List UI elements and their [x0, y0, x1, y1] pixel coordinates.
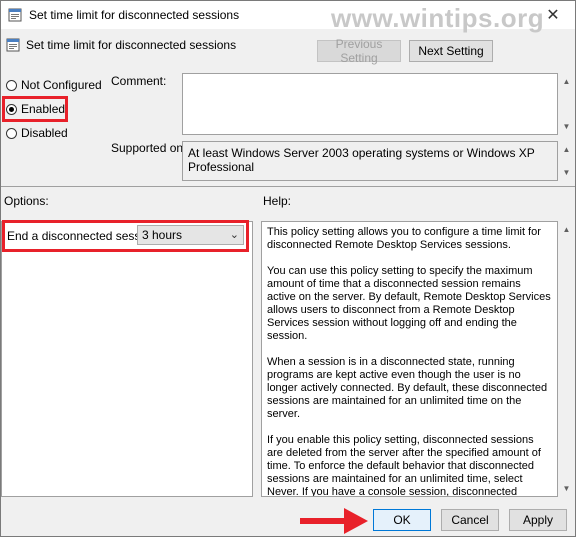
- radio-not-configured[interactable]: Not Configured: [6, 78, 102, 92]
- supported-scrollbar[interactable]: ▲ ▼: [558, 141, 575, 181]
- radio-button[interactable]: [6, 79, 17, 91]
- options-panel: [1, 221, 253, 497]
- ok-button[interactable]: OK: [373, 509, 431, 531]
- title-bar: Set time limit for disconnected sessions…: [1, 1, 575, 33]
- close-icon: ✕: [546, 7, 560, 24]
- close-button[interactable]: ✕: [531, 1, 575, 29]
- window-title: Set time limit for disconnected sessions: [29, 8, 240, 22]
- comment-scrollbar[interactable]: ▲ ▼: [558, 73, 575, 135]
- watermark: www.wintips.org: [331, 3, 545, 33]
- help-label: Help:: [263, 194, 292, 208]
- radio-label: Disabled: [21, 126, 68, 140]
- comment-textbox[interactable]: [182, 73, 558, 135]
- scroll-down-icon[interactable]: ▼: [558, 480, 575, 497]
- divider: [1, 186, 575, 187]
- scroll-up-icon[interactable]: ▲: [558, 221, 575, 238]
- radio-label: Enabled: [21, 102, 66, 116]
- policy-dialog: Set time limit for disconnected sessions…: [0, 0, 576, 537]
- end-session-dropdown[interactable]: 3 hours ⌄: [137, 225, 244, 245]
- radio-label: Not Configured: [21, 78, 102, 92]
- comment-label: Comment:: [111, 74, 167, 88]
- help-paragraph: If you enable this policy setting, disco…: [267, 434, 541, 497]
- policy-icon: [8, 8, 22, 22]
- policy-name: Set time limit for disconnected sessions: [26, 38, 237, 52]
- scroll-up-icon[interactable]: ▲: [558, 141, 575, 158]
- help-paragraph: When a session is in a disconnected stat…: [267, 356, 548, 420]
- cancel-button[interactable]: Cancel: [441, 509, 499, 531]
- help-paragraph: You can use this policy setting to speci…: [267, 265, 551, 342]
- radio-button-checked[interactable]: [6, 103, 17, 115]
- supported-on-label: Supported on:: [111, 141, 187, 155]
- scroll-up-icon[interactable]: ▲: [558, 73, 575, 90]
- previous-setting-button[interactable]: Previous Setting: [317, 37, 401, 65]
- dropdown-value: 3 hours: [142, 228, 183, 242]
- arrow-pointer-icon: [300, 508, 368, 534]
- radio-enabled[interactable]: Enabled: [6, 102, 65, 116]
- help-paragraph: This policy setting allows you to config…: [267, 226, 541, 251]
- radio-button[interactable]: [6, 127, 17, 139]
- help-text: This policy setting allows you to config…: [261, 221, 558, 497]
- supported-on-value: At least Windows Server 2003 operating s…: [182, 141, 558, 181]
- radio-disabled[interactable]: Disabled: [6, 126, 68, 140]
- end-session-label: End a disconnected session: [7, 229, 157, 243]
- scroll-down-icon[interactable]: ▼: [558, 164, 575, 181]
- options-label: Options:: [4, 194, 49, 208]
- policy-icon: [6, 38, 20, 52]
- scroll-down-icon[interactable]: ▼: [558, 118, 575, 135]
- next-setting-button[interactable]: Next Setting: [409, 40, 493, 62]
- apply-button[interactable]: Apply: [509, 509, 567, 531]
- help-scrollbar[interactable]: ▲ ▼: [558, 221, 575, 497]
- chevron-down-icon: ⌄: [229, 229, 239, 241]
